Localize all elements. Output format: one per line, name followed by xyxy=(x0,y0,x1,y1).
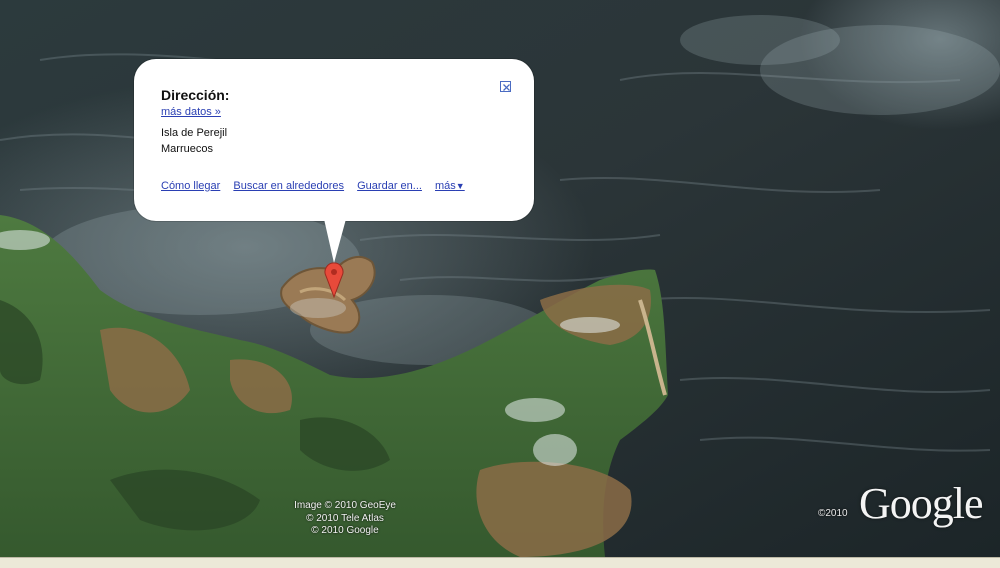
more-menu-link[interactable]: más▼ xyxy=(435,180,465,192)
attribution-imagery: Image © 2010 GeoEye xyxy=(294,500,396,511)
satellite-map[interactable]: Dirección: más datos » Isla de Perejil M… xyxy=(0,0,1000,557)
info-window-title: Dirección: xyxy=(161,87,230,103)
location-pin-icon[interactable] xyxy=(324,262,344,298)
google-logo: Google xyxy=(859,479,984,528)
copyright-year: ©2010 xyxy=(818,508,848,519)
map-attribution: Image © 2010 GeoEye © 2010 Tele Atlas © … xyxy=(280,500,410,538)
close-icon[interactable] xyxy=(500,81,511,92)
info-window-tail xyxy=(324,219,354,265)
place-name: Isla de Perejil xyxy=(161,127,228,139)
info-window: Dirección: más datos » Isla de Perejil M… xyxy=(134,59,534,263)
info-window-actions: Cómo llegar Buscar en alrededores Guarda… xyxy=(161,180,465,192)
more-menu-label: más xyxy=(435,180,456,192)
directions-link[interactable]: Cómo llegar xyxy=(161,180,220,192)
more-data-link[interactable]: más datos » xyxy=(161,106,221,118)
save-to-link[interactable]: Guardar en... xyxy=(357,180,422,192)
search-nearby-link[interactable]: Buscar en alrededores xyxy=(233,180,344,192)
attribution-google: © 2010 Google xyxy=(311,525,379,536)
chevron-down-icon: ▼ xyxy=(455,181,465,191)
place-country: Marruecos xyxy=(161,143,213,155)
attribution-teleatlas: © 2010 Tele Atlas xyxy=(306,512,384,524)
bottom-status-strip xyxy=(0,557,1000,568)
